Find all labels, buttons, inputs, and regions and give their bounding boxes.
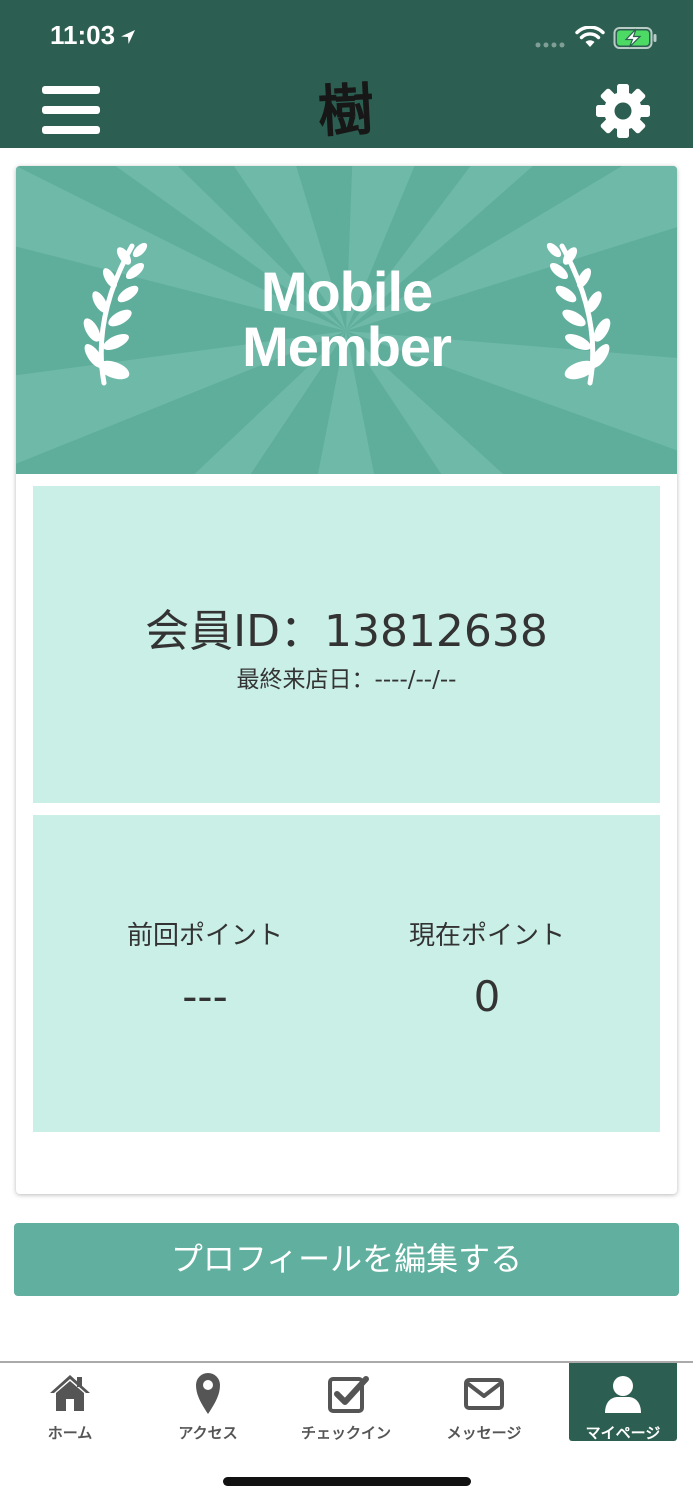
home-icon [50, 1375, 90, 1411]
current-points-label: 現在ポイント [408, 921, 565, 951]
settings-gear-icon[interactable] [594, 82, 652, 140]
clock: 11:03 [50, 20, 116, 50]
banner-title-line1: Mobile [260, 260, 433, 323]
banner-title-line2: Member [242, 315, 452, 378]
previous-points: 前回ポイント --- [75, 915, 335, 1021]
envelope-icon [464, 1378, 504, 1410]
menu-bar [42, 126, 100, 134]
tab-home[interactable]: ホーム [1, 1363, 139, 1442]
location-arrow-icon [121, 30, 136, 44]
tab-home-label: ホーム [47, 1424, 93, 1442]
edit-profile-button[interactable]: プロフィールを編集する [14, 1223, 679, 1296]
tab-access[interactable]: アクセス [139, 1363, 277, 1442]
cellular-signal-icon [535, 42, 565, 48]
member-card: Mobile Member 会員ID：13812638 最終来店日：----/-… [16, 166, 677, 1194]
previous-points-label: 前回ポイント [126, 921, 283, 951]
wifi-icon [575, 26, 605, 47]
battery-charging-icon [613, 27, 657, 49]
previous-points-value: --- [182, 972, 228, 1021]
tab-messages-label: メッセージ [446, 1424, 522, 1442]
last-visit-date: 最終来店日：----/--/-- [236, 667, 457, 693]
user-icon [605, 1376, 641, 1413]
app-header: 11:03 樹 [0, 0, 693, 148]
member-id-panel: 会員ID：13812638 最終来店日：----/--/-- [33, 486, 660, 803]
tab-access-label: アクセス [178, 1424, 238, 1442]
tab-checkin[interactable]: チェックイン [277, 1363, 415, 1442]
map-pin-icon [196, 1373, 220, 1414]
tab-mypage-label: マイページ [585, 1424, 661, 1442]
banner-title: Mobile Member [16, 260, 677, 378]
mobile-member-banner: Mobile Member [16, 166, 677, 586]
status-time: 11:03 [50, 20, 137, 51]
tab-messages[interactable]: メッセージ [415, 1363, 553, 1442]
tab-mypage[interactable]: マイページ [569, 1363, 677, 1442]
brand-logo-text: 樹 [316, 78, 375, 140]
current-points-value: 0 [473, 972, 501, 1021]
tab-checkin-label: チェックイン [300, 1424, 391, 1442]
points-panel: 前回ポイント --- 現在ポイント 0 [33, 815, 660, 1132]
menu-bar [42, 106, 100, 114]
brand-logo: 樹 [316, 78, 375, 140]
hamburger-menu-button[interactable] [42, 86, 100, 136]
check-square-icon [328, 1376, 369, 1413]
current-points: 現在ポイント 0 [357, 915, 617, 1021]
home-indicator [223, 1477, 471, 1486]
member-id: 会員ID：13812638 [145, 606, 548, 657]
menu-bar [42, 86, 100, 94]
